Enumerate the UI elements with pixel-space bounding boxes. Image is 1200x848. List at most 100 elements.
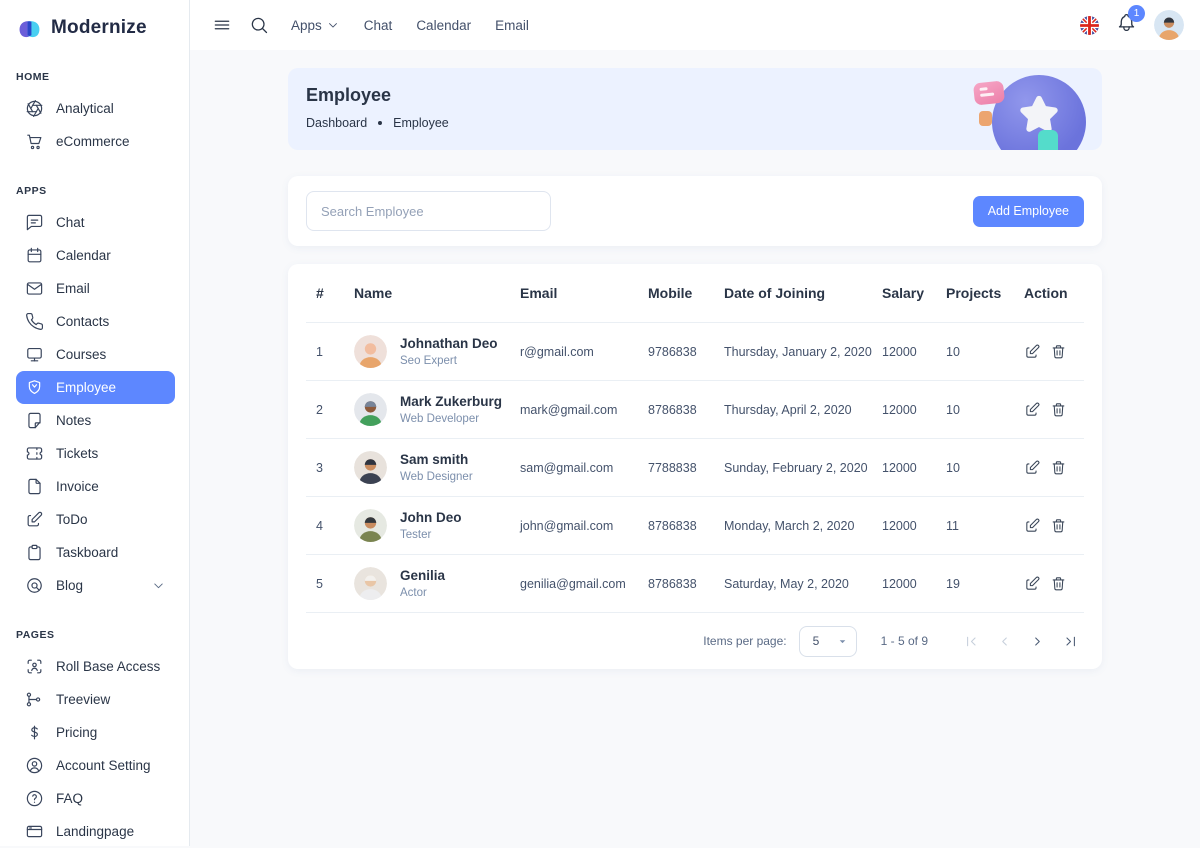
sidebar-item-email[interactable]: Email [16, 272, 175, 305]
next-page-button[interactable] [1023, 627, 1051, 655]
chevron-down-icon [151, 578, 166, 593]
sidebar-item-treeview[interactable]: Treeview [16, 683, 175, 716]
breadcrumb-separator [378, 121, 382, 125]
sidebar-item-chat[interactable]: Chat [16, 206, 175, 239]
employee-avatar [354, 393, 387, 426]
employee-toolbar: Add Employee [288, 176, 1102, 246]
calendar-icon [25, 246, 44, 265]
sidebar-item-taskboard[interactable]: Taskboard [16, 536, 175, 569]
table-row: 4 John Deo Tester john@gmail.co [306, 497, 1084, 555]
employee-mobile: 9786838 [638, 323, 714, 381]
employee-mobile: 8786838 [638, 381, 714, 439]
user-avatar-image [1154, 10, 1184, 40]
items-per-page-value: 5 [813, 634, 820, 648]
window-icon [25, 822, 44, 841]
items-per-page-select[interactable]: 5 [799, 626, 857, 657]
brand-logo[interactable]: Modernize [16, 12, 175, 44]
delete-button[interactable] [1050, 459, 1067, 476]
add-employee-button[interactable]: Add Employee [973, 196, 1084, 227]
breadcrumb-employee: Employee [393, 116, 449, 130]
delete-button[interactable] [1050, 401, 1067, 418]
branch-icon [25, 690, 44, 709]
sidebar-item-label: ToDo [56, 512, 88, 527]
search-button[interactable] [249, 15, 269, 35]
sidebar-item-ecommerce[interactable]: eCommerce [16, 125, 175, 158]
nav-chat[interactable]: Chat [364, 18, 393, 33]
user-avatar[interactable] [1154, 10, 1184, 40]
sidebar-item-tickets[interactable]: Tickets [16, 437, 175, 470]
notifications-button[interactable]: 1 [1116, 12, 1137, 38]
edit-button[interactable] [1024, 575, 1041, 592]
employee-role: Seo Expert [400, 355, 498, 367]
breadcrumb-dashboard[interactable]: Dashboard [306, 116, 367, 130]
employee-projects: 10 [936, 323, 1014, 381]
edit-button[interactable] [1024, 459, 1041, 476]
col-projects: Projects [936, 264, 1014, 323]
sidebar-item-roll-base-access[interactable]: Roll Base Access [16, 650, 175, 683]
menu-icon [212, 15, 232, 35]
menu-toggle-button[interactable] [212, 15, 232, 35]
last-page-button[interactable] [1056, 627, 1084, 655]
edit-button[interactable] [1024, 517, 1041, 534]
sidebar-item-courses[interactable]: Courses [16, 338, 175, 371]
page-banner: Employee Dashboard Employee [288, 68, 1102, 150]
sidebar-item-pricing[interactable]: Pricing [16, 716, 175, 749]
delete-button[interactable] [1050, 575, 1067, 592]
user-scan-icon [25, 657, 44, 676]
banner-illustration [972, 68, 1088, 150]
aperture-icon [25, 99, 44, 118]
employee-table: # Name Email Mobile Date of Joining Sala… [306, 264, 1084, 613]
col-date: Date of Joining [714, 264, 872, 323]
sidebar-item-label: Employee [56, 380, 116, 395]
sidebar-item-faq[interactable]: FAQ [16, 782, 175, 815]
last-page-icon [1062, 633, 1079, 650]
employee-name: Sam smith [400, 452, 473, 468]
sidebar-item-calendar[interactable]: Calendar [16, 239, 175, 272]
employee-projects: 10 [936, 439, 1014, 497]
sidebar-item-notes[interactable]: Notes [16, 404, 175, 437]
employee-projects: 11 [936, 497, 1014, 555]
nav-email[interactable]: Email [495, 18, 529, 33]
sidebar-item-label: Account Setting [56, 758, 151, 773]
employee-mobile: 8786838 [638, 555, 714, 613]
sidebar-item-account-setting[interactable]: Account Setting [16, 749, 175, 782]
delete-button[interactable] [1050, 517, 1067, 534]
nav-apps[interactable]: Apps [291, 18, 340, 33]
row-index: 5 [306, 555, 344, 613]
search-employee-input[interactable] [306, 191, 551, 231]
employee-salary: 12000 [872, 323, 936, 381]
sidebar-item-invoice[interactable]: Invoice [16, 470, 175, 503]
trash-icon [1050, 401, 1067, 418]
nav-calendar[interactable]: Calendar [416, 18, 471, 33]
col-mobile: Mobile [638, 264, 714, 323]
next-page-icon [1029, 633, 1046, 650]
delete-button[interactable] [1050, 343, 1067, 360]
top-header: Apps Chat Calendar Email [190, 0, 1200, 50]
search-icon [249, 15, 269, 35]
prev-page-button[interactable] [990, 627, 1018, 655]
edit-button[interactable] [1024, 343, 1041, 360]
sidebar-item-landingpage[interactable]: Landingpage [16, 815, 175, 848]
sidebar: Modernize HOME Analytical eCommerce APPS… [0, 0, 190, 846]
sidebar-item-analytical[interactable]: Analytical [16, 92, 175, 125]
file-icon [25, 477, 44, 496]
sidebar-item-label: Blog [56, 578, 83, 593]
brand-name: Modernize [51, 17, 147, 39]
sidebar-item-blog[interactable]: Blog [16, 569, 175, 602]
pagination-range: 1 - 5 of 9 [881, 634, 928, 648]
employee-role: Web Designer [400, 471, 473, 483]
chat-icon [25, 213, 44, 232]
nav-label: Apps [291, 18, 322, 33]
trash-icon [1050, 459, 1067, 476]
edit-button[interactable] [1024, 401, 1041, 418]
clipboard-icon [25, 543, 44, 562]
sidebar-item-contacts[interactable]: Contacts [16, 305, 175, 338]
employee-email: john@gmail.com [510, 497, 638, 555]
user-circle-icon [25, 756, 44, 775]
first-page-button[interactable] [957, 627, 985, 655]
employee-date: Monday, March 2, 2020 [714, 497, 872, 555]
sidebar-item-employee[interactable]: Employee [16, 371, 175, 404]
sidebar-item-todo[interactable]: ToDo [16, 503, 175, 536]
language-flag-button[interactable] [1080, 16, 1099, 35]
table-row: 2 Mark Zukerburg Web Developer [306, 381, 1084, 439]
